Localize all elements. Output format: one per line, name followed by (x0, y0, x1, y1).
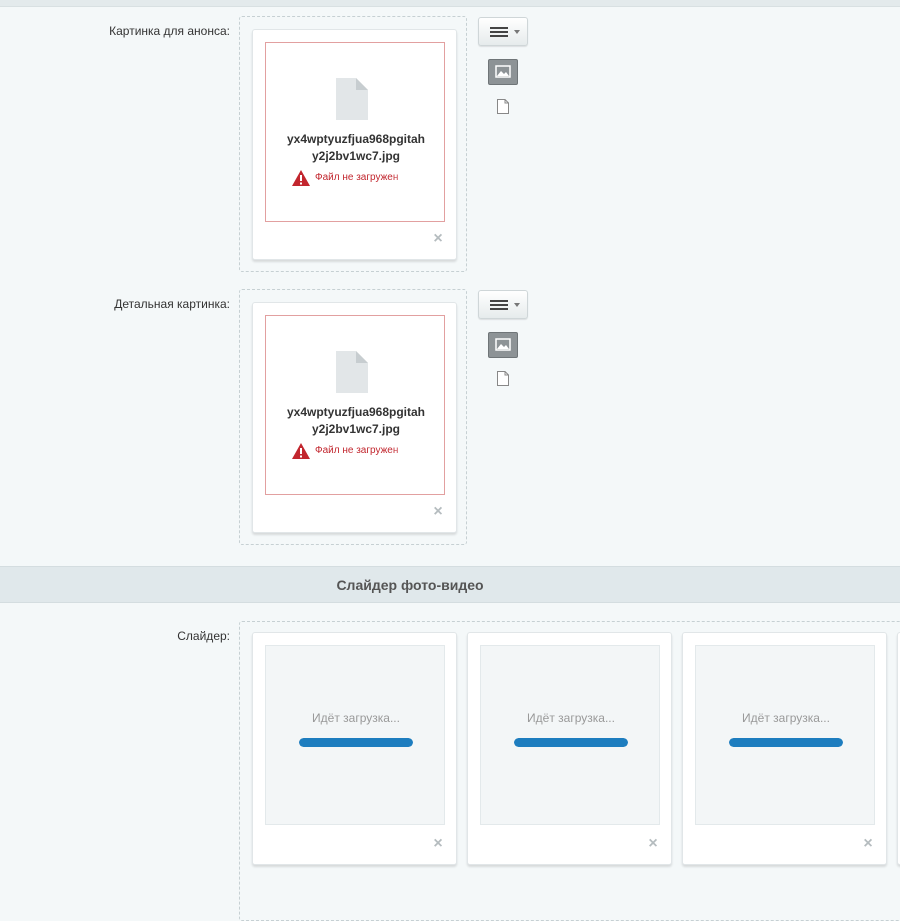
menu-icon (490, 300, 508, 310)
slider-label: Слайдер: (177, 629, 230, 643)
menu-icon (490, 27, 508, 37)
progress-bar (299, 738, 413, 747)
image-icon (495, 338, 511, 351)
loading-text: Идёт загрузка... (312, 711, 400, 725)
file-icon (336, 78, 368, 120)
document-icon[interactable] (497, 99, 509, 114)
loading-text: Идёт загрузка... (742, 711, 830, 725)
slider-card-2: Идёт загрузка... × (467, 632, 672, 865)
close-icon[interactable]: × (432, 836, 444, 852)
detail-picture-preview[interactable]: yx4wptyuzfjua968pgitah y2j2bv1wc7.jpg Фа… (265, 315, 445, 495)
progress-bar (729, 738, 843, 747)
file-name: yx4wptyuzfjua968pgitah y2j2bv1wc7.jpg (286, 132, 426, 163)
document-icon[interactable] (497, 371, 509, 386)
detail-picture-card: yx4wptyuzfjua968pgitah y2j2bv1wc7.jpg Фа… (252, 302, 457, 533)
close-icon[interactable]: × (647, 836, 659, 852)
image-mode-button[interactable] (488, 332, 518, 358)
upload-error: Файл не загружен (292, 443, 442, 459)
image-mode-button[interactable] (488, 59, 518, 85)
warning-icon (292, 170, 310, 186)
preview-picture-preview[interactable]: yx4wptyuzfjua968pgitah y2j2bv1wc7.jpg Фа… (265, 42, 445, 222)
warning-icon (292, 443, 310, 459)
preview-picture-dropzone[interactable]: yx4wptyuzfjua968pgitah y2j2bv1wc7.jpg Фа… (239, 16, 467, 272)
section-header: Слайдер фото-видео (0, 566, 900, 603)
progress-bar (514, 738, 628, 747)
menu-button[interactable] (478, 17, 528, 46)
chevron-down-icon (514, 30, 520, 34)
slider-preview[interactable]: Идёт загрузка... (265, 645, 445, 825)
loading-text: Идёт загрузка... (527, 711, 615, 725)
slider-dropzone[interactable]: Идёт загрузка... × Идёт загрузка... × Ид… (239, 621, 900, 921)
preview-picture-label: Картинка для анонса: (109, 24, 230, 38)
close-icon[interactable]: × (432, 231, 444, 247)
close-icon[interactable]: × (862, 836, 874, 852)
file-name: yx4wptyuzfjua968pgitah y2j2bv1wc7.jpg (286, 405, 426, 436)
section-title: Слайдер фото-видео (336, 577, 484, 593)
image-icon (495, 65, 511, 78)
close-icon[interactable]: × (432, 504, 444, 520)
upload-error: Файл не загружен (292, 170, 442, 186)
slider-card-1: Идёт загрузка... × (252, 632, 457, 865)
preview-picture-card: yx4wptyuzfjua968pgitah y2j2bv1wc7.jpg Фа… (252, 29, 457, 260)
detail-picture-label: Детальная картинка: (114, 297, 230, 311)
chevron-down-icon (514, 303, 520, 307)
detail-picture-dropzone[interactable]: yx4wptyuzfjua968pgitah y2j2bv1wc7.jpg Фа… (239, 289, 467, 545)
slider-preview[interactable]: Идёт загрузка... (695, 645, 875, 825)
slider-card-3: Идёт загрузка... × (682, 632, 887, 865)
slider-preview[interactable]: Идёт загрузка... (480, 645, 660, 825)
file-icon (336, 351, 368, 393)
menu-button[interactable] (478, 290, 528, 319)
top-divider (0, 0, 900, 7)
